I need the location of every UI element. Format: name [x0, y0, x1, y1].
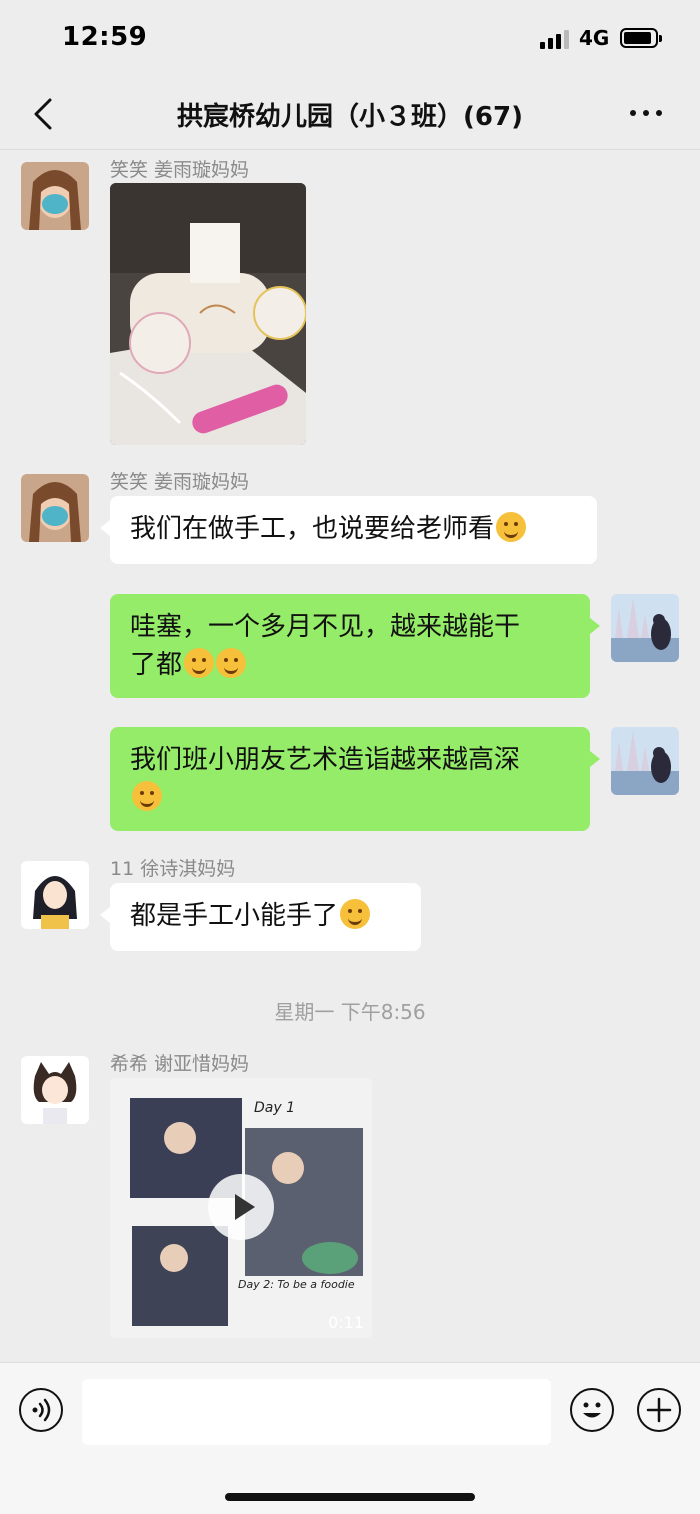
- play-icon[interactable]: [208, 1174, 274, 1240]
- message-bubble[interactable]: 都是手工小能手了: [100, 883, 421, 951]
- message-text: 了都: [130, 650, 183, 680]
- shared-photo[interactable]: [110, 183, 306, 445]
- message-text: 哇塞，一个多月不见，越来越能干: [130, 612, 521, 642]
- message-bubble-self[interactable]: 我们班小朋友艺术造诣越来越高深: [110, 727, 600, 831]
- message-text: 都是手工小能手了: [130, 901, 339, 931]
- emoji-button[interactable]: [570, 1388, 614, 1432]
- status-time: 12:59: [62, 22, 148, 52]
- voice-input-button[interactable]: [19, 1388, 63, 1432]
- avatar[interactable]: [21, 474, 89, 542]
- my-avatar[interactable]: [611, 594, 679, 662]
- message-bubble-self[interactable]: 哇塞，一个多月不见，越来越能干 了都: [110, 594, 600, 698]
- message-input[interactable]: [82, 1379, 551, 1445]
- chat-title: 拱宸桥幼儿园（小３班）(67): [177, 102, 523, 132]
- input-bar: [0, 1362, 700, 1514]
- hmm-face-icon: [132, 781, 162, 811]
- battery-icon: [620, 28, 662, 48]
- avatar[interactable]: [21, 1056, 89, 1124]
- smiley-icon: [583, 1402, 601, 1418]
- more-options-button[interactable]: [628, 100, 664, 126]
- shared-video[interactable]: Day 1 Day 2: To be a foodie 0:11: [110, 1078, 372, 1338]
- sender-name: 11 徐诗淇妈妈: [110, 858, 236, 880]
- status-bar: 12:59 4G: [0, 0, 700, 78]
- avatar[interactable]: [21, 861, 89, 929]
- video-duration: 0:11: [328, 1313, 364, 1332]
- sender-name: 笑笑 姜雨璇妈妈: [110, 159, 250, 181]
- message-bubble[interactable]: 我们在做手工，也说要给老师看: [100, 496, 597, 564]
- avatar[interactable]: [21, 162, 89, 230]
- voice-icon: [32, 1398, 51, 1422]
- plus-icon: [646, 1397, 672, 1423]
- video-caption: Day 1: [254, 1100, 296, 1116]
- wink-face-icon: [340, 899, 371, 929]
- blush-face-icon: [216, 648, 247, 678]
- signal-strength-icon: [540, 29, 572, 49]
- sender-name: 希希 谢亚惜妈妈: [110, 1053, 250, 1075]
- blush-face-icon: [184, 648, 215, 678]
- sender-name: 笑笑 姜雨璇妈妈: [110, 471, 250, 493]
- chat-header: 拱宸桥幼儿园（小３班）(67): [0, 78, 700, 150]
- video-caption: Day 2: To be a foodie: [238, 1278, 355, 1291]
- message-text: 我们班小朋友艺术造诣越来越高深: [130, 745, 521, 775]
- hmm-face-icon: [496, 512, 527, 542]
- more-functions-button[interactable]: [637, 1388, 681, 1432]
- message-text: 我们在做手工，也说要给老师看: [130, 514, 495, 544]
- timestamp: 星期一 下午8:56: [274, 1000, 426, 1024]
- home-indicator: [225, 1493, 475, 1501]
- my-avatar[interactable]: [611, 727, 679, 795]
- network-type: 4G: [579, 26, 610, 50]
